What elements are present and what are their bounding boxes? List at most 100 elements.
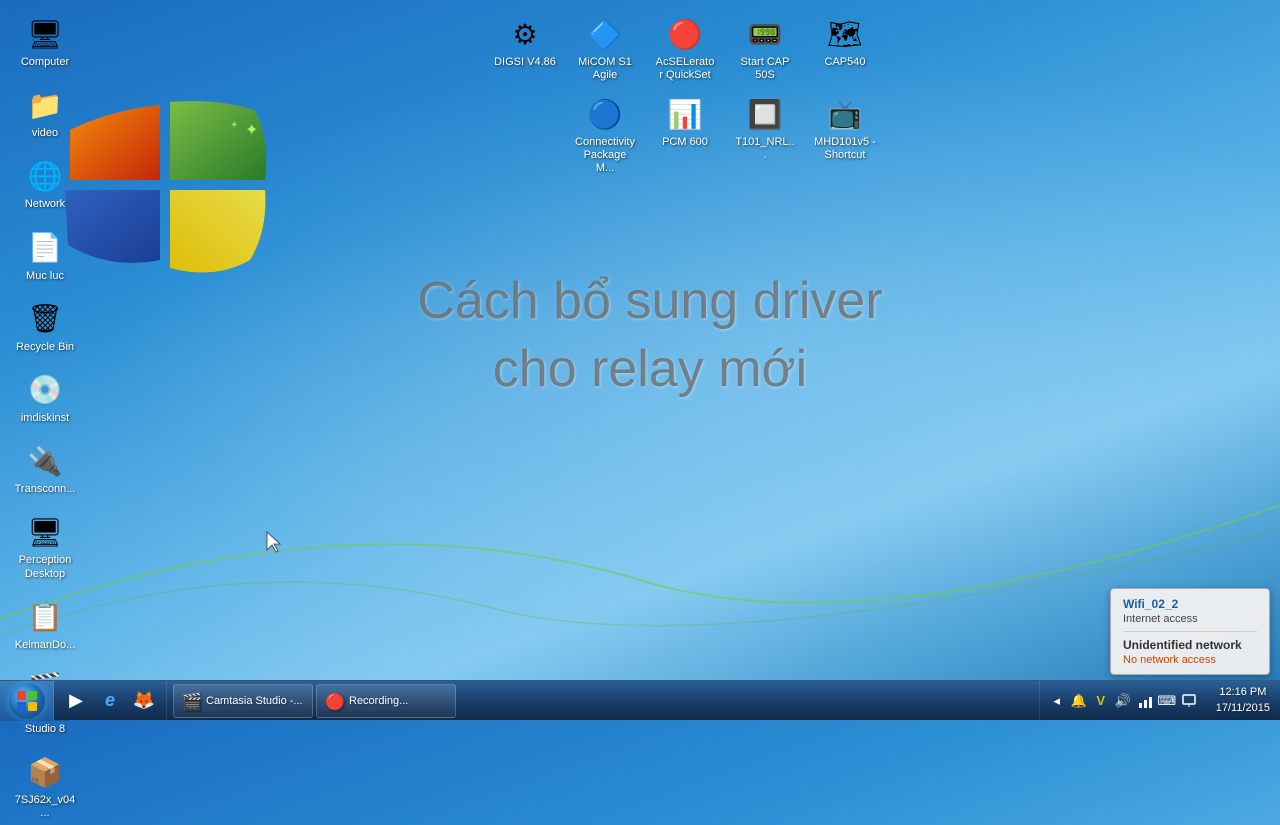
- mucluc-icon: 📄: [25, 228, 65, 268]
- background-arc: [0, 380, 1280, 680]
- kelmandoc-icon: 📋: [25, 597, 65, 637]
- t101nrl-label: T101_NRL...: [734, 136, 796, 162]
- taskbar-clock[interactable]: 12:16 PM 17/11/2015: [1206, 681, 1280, 720]
- network-label: Network: [25, 198, 65, 211]
- mhd101-icon: 📺: [825, 94, 865, 134]
- camtasia-app-label: Camtasia Studio -...: [206, 695, 303, 707]
- transconn-label: Transconn...: [15, 483, 76, 496]
- start-button[interactable]: [0, 681, 54, 721]
- desktop-icon-mucluc[interactable]: 📄 Muc luc: [10, 224, 80, 287]
- imdiskinst-label: imdiskinst: [21, 412, 69, 425]
- recycle-bin-icon: 🗑: [25, 299, 65, 339]
- computer-label: Computer: [21, 56, 69, 69]
- video-folder-icon: 📁: [25, 85, 65, 125]
- media-player-icon: ▶: [69, 690, 83, 711]
- recycle-label: Recycle Bin: [16, 341, 74, 354]
- startcap-icon: 📟: [745, 14, 785, 54]
- clock-date: 17/11/2015: [1216, 701, 1270, 716]
- tray-arrow[interactable]: ◂: [1048, 692, 1066, 710]
- mouse-cursor: [265, 530, 285, 554]
- desktop-icon-network[interactable]: 🌐 Network: [10, 152, 80, 215]
- mhd101-label: MHD101v5 - Shortcut: [814, 136, 876, 162]
- desktop-icon-cap540[interactable]: 🗺 CAP540: [810, 10, 880, 86]
- desktop-icons-top-right-row2: 🔵 Connectivity Package M... 📊 PCM 600 🔲 …: [570, 90, 880, 180]
- system-tray: ◂ 🔔 V 🔊 ⌨: [1039, 681, 1206, 720]
- recording-app-icon: 🔴: [325, 692, 343, 710]
- digsi-label: DIGSI V4.86: [494, 56, 556, 69]
- taskbar-apps: 🎬 Camtasia Studio -... 🔴 Recording...: [167, 681, 1039, 720]
- desktop-icon-startcap[interactable]: 📟 Start CAP 50S: [730, 10, 800, 86]
- recording-taskbar-app[interactable]: 🔴 Recording...: [316, 684, 456, 718]
- kelmandoc-label: KelmanDo...: [15, 639, 76, 652]
- acselerator-label: AcSELerator QuickSet: [654, 56, 716, 82]
- tray-speaker[interactable]: 🔊: [1114, 692, 1132, 710]
- desktop-icon-micom[interactable]: 🔷 MiCOM S1 Agile: [570, 10, 640, 86]
- tray-network[interactable]: [1136, 692, 1154, 710]
- perception-label: Perception Desktop: [14, 554, 76, 580]
- micom-icon: 🔷: [585, 14, 625, 54]
- desktop-icon-kelmandoc[interactable]: 📋 KelmanDo...: [10, 593, 80, 656]
- desktop-icon-perception[interactable]: 🖥 Perception Desktop: [10, 508, 80, 584]
- svg-text:✦: ✦: [230, 120, 238, 131]
- desktop-icon-t101nrl[interactable]: 🔲 T101_NRL...: [730, 90, 800, 180]
- ie-icon: e: [105, 690, 115, 711]
- network-name2: Unidentified network: [1123, 638, 1257, 652]
- 7sj62x-label: 7SJ62x_v04...: [14, 794, 76, 820]
- mucluc-label: Muc luc: [26, 270, 64, 283]
- cap540-icon: 🗺: [825, 14, 865, 54]
- firefox-icon: 🦊: [133, 690, 155, 711]
- imdiskinst-icon: 💿: [25, 370, 65, 410]
- desktop-icon-pcm600[interactable]: 📊 PCM 600: [650, 90, 720, 180]
- camtasia-app-icon: 🎬: [182, 692, 200, 710]
- svg-text:✦: ✦: [258, 191, 265, 200]
- micom-label: MiCOM S1 Agile: [574, 56, 636, 82]
- acselerator-icon: 🔴: [665, 14, 705, 54]
- desktop-icon-imdiskinst[interactable]: 💿 imdiskinst: [10, 366, 80, 429]
- t101nrl-icon: 🔲: [745, 94, 785, 134]
- taskbar: ▶ e 🦊 🎬 Camtasia Studio -... 🔴 Recording…: [0, 680, 1280, 720]
- digsi-icon: ⚙: [505, 14, 545, 54]
- recording-app-label: Recording...: [349, 695, 408, 707]
- firefox-button[interactable]: 🦊: [128, 685, 160, 717]
- clock-time: 12:16 PM: [1219, 685, 1266, 700]
- computer-icon: 🖥: [25, 14, 65, 54]
- desktop-icon-connectivity[interactable]: 🔵 Connectivity Package M...: [570, 90, 640, 180]
- connectivity-label: Connectivity Package M...: [574, 136, 636, 176]
- taskbar-quick-launch: ▶ e 🦊: [54, 681, 167, 720]
- desktop-icon-computer[interactable]: 🖥 Computer: [10, 10, 80, 73]
- desktop-icon-mhd101[interactable]: 📺 MHD101v5 - Shortcut: [810, 90, 880, 180]
- video-label: video: [32, 127, 58, 140]
- tray-notification[interactable]: 🔔: [1070, 692, 1088, 710]
- tray-keyboard[interactable]: ⌨: [1158, 692, 1176, 710]
- connectivity-icon: 🔵: [585, 94, 625, 134]
- transconn-icon: 🔌: [25, 441, 65, 481]
- tray-v-icon[interactable]: V: [1092, 692, 1110, 710]
- network-tooltip: Wifi_02_2 Internet access Unidentified n…: [1110, 588, 1270, 675]
- perception-icon: 🖥: [25, 512, 65, 552]
- start-orb: [9, 683, 45, 719]
- desktop-icon-7sj62x[interactable]: 📦 7SJ62x_v04...: [10, 748, 80, 824]
- windows-start-icon: [16, 690, 38, 712]
- tray-action-center[interactable]: [1180, 692, 1198, 710]
- 7sj62x-icon: 📦: [25, 752, 65, 792]
- network-icon: 🌐: [25, 156, 65, 196]
- network-status2: No network access: [1123, 654, 1257, 666]
- ie-button[interactable]: e: [94, 685, 126, 717]
- camtasia-taskbar-app[interactable]: 🎬 Camtasia Studio -...: [173, 684, 313, 718]
- desktop-icons-top-right-row1: ⚙ DIGSI V4.86 🔷 MiCOM S1 Agile 🔴 AcSELer…: [490, 10, 880, 86]
- network-name1: Wifi_02_2: [1123, 597, 1257, 611]
- desktop-icon-transconn[interactable]: 🔌 Transconn...: [10, 437, 80, 500]
- svg-text:✦: ✦: [245, 122, 258, 139]
- desktop-icon-recycle[interactable]: 🗑 Recycle Bin: [10, 295, 80, 358]
- desktop-icon-acselerator[interactable]: 🔴 AcSELerator QuickSet: [650, 10, 720, 86]
- desktop-icon-video[interactable]: 📁 video: [10, 81, 80, 144]
- network-status1: Internet access: [1123, 613, 1257, 625]
- network-divider: [1123, 631, 1257, 632]
- cap540-label: CAP540: [825, 56, 866, 69]
- startcap-label: Start CAP 50S: [734, 56, 796, 82]
- title-text: Cách bổ sung drivercho relay mới: [417, 272, 882, 398]
- media-player-button[interactable]: ▶: [60, 685, 92, 717]
- pcm600-icon: 📊: [665, 94, 705, 134]
- desktop-icon-digsi[interactable]: ⚙ DIGSI V4.86: [490, 10, 560, 86]
- title-overlay: Cách bổ sung drivercho relay mới: [370, 268, 930, 403]
